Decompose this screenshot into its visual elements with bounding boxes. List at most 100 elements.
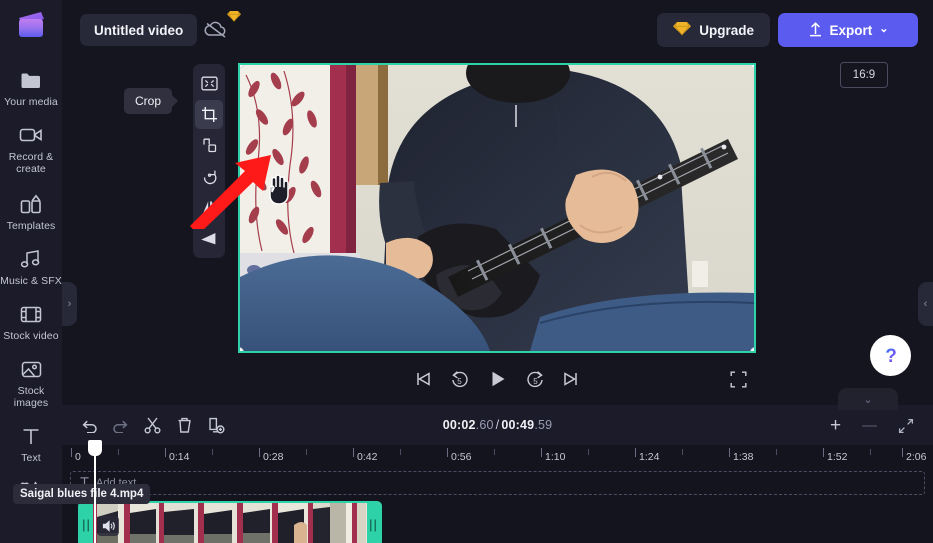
zoom-out-button[interactable]: — bbox=[856, 412, 883, 439]
clip-edit-toolbar bbox=[193, 64, 225, 258]
music-note-icon bbox=[20, 246, 42, 272]
ruler-label: 1:10 bbox=[545, 451, 565, 463]
clip-name-tooltip: Saigal blues file 4.mp4 bbox=[13, 484, 150, 504]
skip-to-start-button[interactable] bbox=[407, 363, 439, 395]
ruler-label: 0 bbox=[75, 451, 81, 463]
ruler-label: 0:28 bbox=[263, 451, 283, 463]
add-text-track[interactable]: Add text bbox=[70, 471, 925, 495]
play-button[interactable] bbox=[482, 363, 514, 395]
sidebar-item-label: Music & SFX bbox=[0, 275, 62, 287]
time-separator: / bbox=[496, 418, 500, 432]
flip-horizontal-tool-button[interactable] bbox=[195, 193, 223, 222]
current-time-frac: .60 bbox=[476, 418, 494, 432]
timeline-toolbar: 00:02.60/00:49.59 + — bbox=[62, 405, 933, 445]
help-button[interactable]: ? bbox=[870, 335, 911, 376]
crop-handle-bottom-right[interactable] bbox=[750, 347, 756, 353]
sidebar-item-label: Text bbox=[21, 452, 41, 464]
ruler-label: 1:38 bbox=[733, 451, 753, 463]
ruler-label: 0:42 bbox=[357, 451, 377, 463]
sidebar-item-text[interactable]: Text bbox=[0, 423, 62, 464]
svg-text:5: 5 bbox=[457, 377, 462, 386]
timeline-expand-button[interactable]: ⌄ bbox=[838, 388, 898, 410]
minus-icon: — bbox=[862, 417, 877, 434]
diamond-icon bbox=[673, 21, 691, 39]
chevron-down-icon: ⌄ bbox=[879, 22, 888, 35]
clip-name-label: Saigal blues file 4.mp4 bbox=[20, 488, 143, 500]
pan-tool-button[interactable] bbox=[195, 131, 223, 160]
split-button[interactable] bbox=[139, 412, 166, 439]
image-icon bbox=[21, 356, 42, 382]
top-bar: Untitled video Upgrade bbox=[62, 0, 933, 60]
fit-timeline-button[interactable] bbox=[892, 412, 919, 439]
export-label: Export bbox=[830, 23, 873, 38]
total-time-frac: .59 bbox=[534, 418, 552, 432]
skew-tool-button[interactable] bbox=[195, 224, 223, 253]
fit-to-frame-tool-button[interactable] bbox=[195, 69, 223, 98]
total-time: 00:49 bbox=[501, 418, 534, 432]
rewind-5-seconds-button[interactable]: 5 bbox=[443, 363, 475, 395]
project-title-input[interactable]: Untitled video bbox=[80, 14, 197, 46]
folder-icon bbox=[20, 67, 42, 93]
sidebar-item-templates[interactable]: Templates bbox=[0, 191, 62, 232]
timeline-panel: 00:02.60/00:49.59 + — 0 0:14 0:28 0:42 bbox=[62, 405, 933, 543]
forward-5-seconds-button[interactable]: 5 bbox=[519, 363, 551, 395]
video-camera-icon bbox=[19, 122, 43, 148]
sidebar-item-music-sfx[interactable]: Music & SFX bbox=[0, 246, 62, 287]
timeline-ruler[interactable]: 0 0:14 0:28 0:42 0:56 1:10 1:24 1:38 1:5… bbox=[62, 445, 933, 471]
crop-tooltip: Crop bbox=[124, 88, 172, 114]
export-button[interactable]: Export ⌄ bbox=[778, 13, 918, 47]
sidebar-item-label: Stock video bbox=[3, 330, 58, 342]
video-preview[interactable] bbox=[238, 63, 756, 353]
sidebar-item-stock-video[interactable]: Stock video bbox=[0, 301, 62, 342]
sidebar-item-label: Your media bbox=[4, 96, 58, 108]
clipchamp-editor: Your media Record & create Templates bbox=[0, 0, 933, 543]
left-sidebar: Your media Record & create Templates bbox=[0, 0, 62, 543]
playhead-handle[interactable] bbox=[88, 440, 102, 456]
current-time: 00:02 bbox=[443, 418, 476, 432]
aspect-ratio-button[interactable]: 16:9 bbox=[840, 62, 888, 88]
plus-icon: + bbox=[830, 415, 841, 437]
sidebar-item-label: Stock images bbox=[0, 385, 62, 409]
zoom-in-button[interactable]: + bbox=[822, 412, 849, 439]
project-title-text: Untitled video bbox=[94, 23, 183, 38]
sidebar-item-your-media[interactable]: Your media bbox=[0, 67, 62, 108]
upgrade-button[interactable]: Upgrade bbox=[657, 13, 770, 47]
ruler-label: 0:14 bbox=[169, 451, 189, 463]
undo-button[interactable] bbox=[75, 412, 102, 439]
hand-pointer-cursor-icon bbox=[264, 173, 290, 205]
text-icon bbox=[21, 423, 41, 449]
svg-text:?: ? bbox=[885, 346, 897, 367]
right-panel-collapse-button[interactable]: ‹ bbox=[918, 282, 933, 326]
timeline-video-clip[interactable]: || || bbox=[78, 501, 382, 543]
duplicate-button[interactable] bbox=[203, 412, 230, 439]
chevron-down-icon: ⌄ bbox=[863, 393, 872, 406]
sidebar-item-record-create[interactable]: Record & create bbox=[0, 122, 62, 175]
clip-filmstrip bbox=[80, 503, 380, 543]
trim-grip-glyph: || bbox=[82, 517, 91, 532]
clip-audio-toggle-button[interactable] bbox=[97, 516, 119, 536]
trim-grip-glyph: || bbox=[369, 517, 378, 532]
clipchamp-logo-icon[interactable] bbox=[14, 11, 48, 41]
fullscreen-button[interactable] bbox=[722, 363, 754, 395]
svg-text:5: 5 bbox=[533, 377, 538, 386]
rotate-tool-button[interactable] bbox=[195, 162, 223, 191]
delete-button[interactable] bbox=[171, 412, 198, 439]
upload-icon bbox=[808, 21, 823, 40]
crop-tool-button[interactable] bbox=[195, 100, 223, 129]
templates-icon bbox=[20, 191, 42, 217]
chevron-left-icon: ‹ bbox=[924, 298, 928, 310]
upgrade-label: Upgrade bbox=[699, 23, 754, 38]
ruler-label: 2:06 bbox=[906, 451, 926, 463]
redo-button[interactable] bbox=[107, 412, 134, 439]
timeline-tracks: Add text bbox=[62, 471, 933, 543]
clip-trim-handle-right[interactable]: || bbox=[367, 503, 380, 543]
ruler-label: 1:24 bbox=[639, 451, 659, 463]
film-strip-icon bbox=[20, 301, 42, 327]
cloud-off-icon[interactable] bbox=[202, 18, 230, 42]
sidebar-item-stock-images[interactable]: Stock images bbox=[0, 356, 62, 409]
gem-icon bbox=[227, 10, 241, 25]
crop-tooltip-label: Crop bbox=[135, 94, 161, 108]
video-frame-content bbox=[240, 65, 754, 351]
skip-to-end-button[interactable] bbox=[555, 363, 587, 395]
clip-trim-handle-left[interactable]: || bbox=[80, 503, 93, 543]
